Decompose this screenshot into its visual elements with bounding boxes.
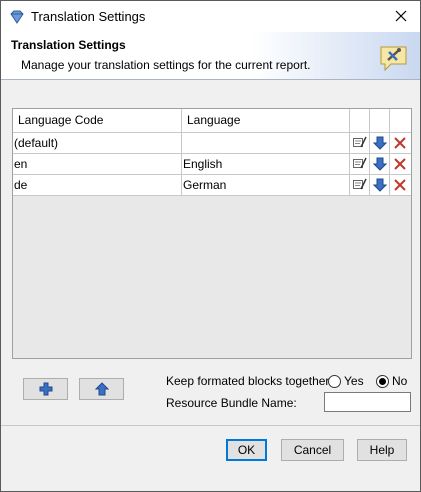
arrow-down-icon (373, 178, 387, 192)
language-code-cell[interactable]: de (13, 175, 182, 195)
arrow-up-icon (95, 382, 109, 396)
arrow-down-icon (373, 157, 387, 171)
add-language-button[interactable] (23, 378, 68, 400)
table-header: Language Code Language (13, 109, 411, 133)
delete-button[interactable] (390, 133, 411, 153)
bundle-name-input[interactable] (324, 392, 411, 412)
yes-label[interactable]: Yes (344, 374, 364, 388)
move-up-button[interactable] (79, 378, 124, 400)
diamond-icon (9, 9, 25, 25)
translations-table: Language Code Language (default) en Engl… (12, 108, 412, 359)
close-icon (395, 10, 407, 22)
title-bar: Translation Settings (1, 1, 420, 32)
edit-icon (353, 157, 367, 169)
keep-blocks-yes-radio[interactable] (328, 375, 341, 388)
column-header-delete (390, 109, 411, 132)
keep-blocks-label: Keep formated blocks together: (166, 374, 333, 388)
language-cell[interactable] (182, 133, 350, 153)
language-cell[interactable]: German (182, 175, 350, 195)
keep-blocks-no-radio[interactable] (376, 375, 389, 388)
edit-icon (353, 136, 367, 148)
ok-button[interactable]: OK (226, 439, 267, 461)
help-button[interactable]: Help (357, 439, 407, 461)
plus-icon (39, 382, 53, 396)
delete-icon (394, 137, 406, 149)
table-row[interactable]: (default) (13, 133, 411, 154)
arrow-down-icon (373, 136, 387, 150)
banner-description: Manage your translation settings for the… (21, 58, 311, 72)
cancel-button[interactable]: Cancel (281, 439, 344, 461)
close-button[interactable] (382, 1, 420, 32)
translation-settings-dialog: Translation Settings Translation Setting… (0, 0, 421, 492)
edit-button[interactable] (350, 133, 370, 153)
delete-button[interactable] (390, 175, 411, 195)
edit-button[interactable] (350, 175, 370, 195)
divider (1, 425, 420, 426)
table-row[interactable]: en English (13, 154, 411, 175)
no-label[interactable]: No (392, 374, 407, 388)
radio-selected-dot (379, 378, 386, 385)
move-down-button[interactable] (370, 133, 390, 153)
banner-title: Translation Settings (11, 38, 126, 52)
bundle-name-label: Resource Bundle Name: (166, 396, 297, 410)
language-code-cell[interactable]: (default) (13, 133, 182, 153)
delete-icon (394, 179, 406, 191)
language-cell[interactable]: English (182, 154, 350, 174)
edit-icon (353, 178, 367, 190)
delete-button[interactable] (390, 154, 411, 174)
move-down-button[interactable] (370, 154, 390, 174)
column-header-move (370, 109, 390, 132)
language-code-cell[interactable]: en (13, 154, 182, 174)
table-row[interactable]: de German (13, 175, 411, 196)
speech-bubble-tools-icon (379, 44, 409, 72)
column-header-language-code[interactable]: Language Code (13, 109, 182, 132)
column-header-language[interactable]: Language (182, 109, 350, 132)
window-title: Translation Settings (31, 9, 146, 24)
header-banner: Translation Settings Manage your transla… (1, 32, 420, 80)
column-header-edit (350, 109, 370, 132)
move-down-button[interactable] (370, 175, 390, 195)
delete-icon (394, 158, 406, 170)
edit-button[interactable] (350, 154, 370, 174)
